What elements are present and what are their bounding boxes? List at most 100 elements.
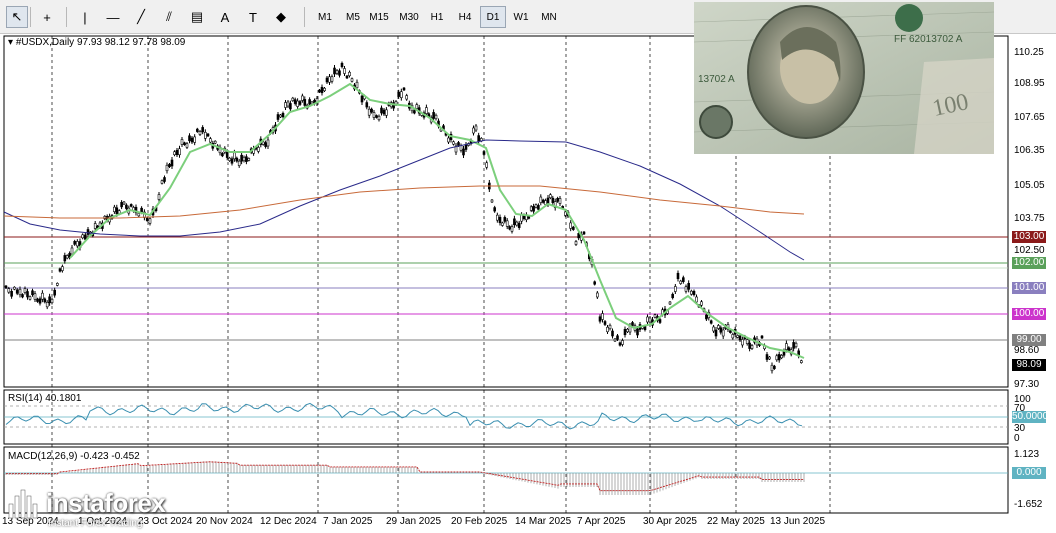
candle-body: [496, 214, 499, 221]
candle-body: [84, 234, 87, 240]
candle-body: [712, 326, 715, 332]
candle-body: [129, 204, 133, 207]
candle-body: [626, 328, 629, 333]
candle-body: [537, 205, 540, 210]
timeframe-m1-button[interactable]: M1: [312, 6, 338, 28]
timeframe-m15-button[interactable]: M15: [366, 6, 392, 28]
date-axis-label: 30 Apr 2025: [643, 516, 697, 527]
candle-body: [115, 207, 119, 215]
price-axis-label: 110.25: [1014, 47, 1044, 58]
date-axis-label: 7 Apr 2025: [577, 516, 626, 527]
candle-body: [345, 75, 349, 79]
svg-text:13702 A: 13702 A: [698, 74, 735, 85]
timeframe-w1-button[interactable]: W1: [508, 6, 534, 28]
candle-body: [120, 202, 123, 208]
candle-body: [623, 328, 627, 336]
candle-body: [432, 112, 435, 119]
candle-body: [4, 285, 8, 289]
candle-body: [165, 164, 169, 172]
timeframe-m5-button[interactable]: M5: [340, 6, 366, 28]
candle-body: [534, 204, 538, 208]
candle-body: [31, 290, 34, 296]
candle-body: [298, 101, 302, 105]
candle-body: [794, 342, 798, 348]
channel-tool-icon[interactable]: ⫽: [158, 6, 180, 28]
candle-body: [318, 89, 321, 93]
candle-body: [556, 198, 559, 202]
date-axis-label: 7 Jan 2025: [323, 516, 373, 527]
candle-body: [800, 360, 803, 363]
candle-body: [785, 343, 788, 350]
trend-line-tool-icon[interactable]: ╱: [130, 6, 152, 28]
candle-body: [303, 99, 307, 106]
candle-body: [261, 141, 265, 145]
candle-body: [464, 144, 468, 150]
candle-body: [674, 286, 677, 292]
date-axis-label: 14 Mar 2025: [515, 516, 572, 527]
timeframe-m30-button[interactable]: M30: [396, 6, 422, 28]
dollar-bill-photo: FF 62013702 A 13702 A 100: [694, 2, 994, 154]
candle-body: [193, 136, 196, 143]
candle-body: [498, 216, 502, 224]
candle-body: [459, 145, 463, 151]
candle-body: [137, 213, 141, 217]
candle-body: [541, 199, 545, 203]
date-axis-label: 20 Nov 2024: [196, 516, 253, 527]
timeframe-h1-button[interactable]: H1: [424, 6, 450, 28]
candle-body: [741, 339, 744, 346]
candle-body: [544, 200, 547, 205]
candle-body: [413, 110, 416, 114]
candle-body: [482, 151, 486, 155]
timeframe-mn-button[interactable]: MN: [536, 6, 562, 28]
watermark-tagline: Instant Forex Trading: [48, 518, 143, 529]
candle-body: [65, 255, 69, 259]
crosshair-tool-icon[interactable]: +: [36, 6, 58, 28]
candle-body: [780, 355, 783, 359]
candle-body: [415, 104, 419, 109]
candle-body: [695, 296, 698, 303]
candle-body: [237, 160, 241, 166]
candle-body: [279, 114, 282, 118]
candle-body: [240, 154, 243, 162]
candle-body: [611, 330, 614, 337]
candle-body: [343, 68, 346, 74]
candle-body: [360, 95, 364, 103]
candle-body: [286, 101, 290, 107]
svg-text:FF 62013702 A: FF 62013702 A: [894, 34, 963, 45]
candle-body: [505, 220, 509, 227]
cursor-tool-icon[interactable]: ↖: [6, 6, 28, 28]
candle-body: [157, 194, 161, 200]
timeframe-h4-button[interactable]: H4: [452, 6, 478, 28]
candle-body: [397, 91, 400, 97]
price-axis-label: 97.30: [1014, 379, 1040, 390]
candle-body: [180, 139, 184, 145]
candle-body: [372, 112, 376, 118]
timeframe-d1-button[interactable]: D1: [480, 6, 506, 28]
rsi-line: [5, 402, 803, 430]
macd-axis-label: -1.652: [1014, 499, 1043, 510]
candle-body: [462, 148, 465, 156]
candle-body: [350, 78, 354, 82]
candle-body: [690, 290, 693, 295]
candle-body: [348, 71, 351, 77]
fibonacci-tool-icon[interactable]: ▤: [186, 6, 208, 28]
candle-body: [380, 107, 383, 114]
candle-body: [247, 158, 251, 161]
text-label-tool-icon[interactable]: T: [242, 6, 264, 28]
price-axis-label: 105.05: [1014, 180, 1045, 191]
price-level-badge: 98.09: [1012, 359, 1046, 371]
candle-body: [714, 329, 718, 337]
candle-body: [493, 207, 496, 212]
candle-body: [405, 95, 408, 100]
candle-body: [53, 289, 56, 296]
shapes-tool-icon[interactable]: ◆: [270, 6, 292, 28]
candle-body: [170, 159, 174, 167]
date-axis-label: 13 Jun 2025: [770, 516, 826, 527]
horizontal-line-tool-icon[interactable]: —: [102, 6, 124, 28]
candle-body: [377, 115, 381, 121]
ma-slow-line: [3, 139, 805, 261]
candle-body: [569, 222, 572, 229]
text-tool-icon[interactable]: A: [214, 6, 236, 28]
price-axis-label: 98.60: [1014, 345, 1040, 356]
vertical-line-tool-icon[interactable]: |: [74, 6, 96, 28]
